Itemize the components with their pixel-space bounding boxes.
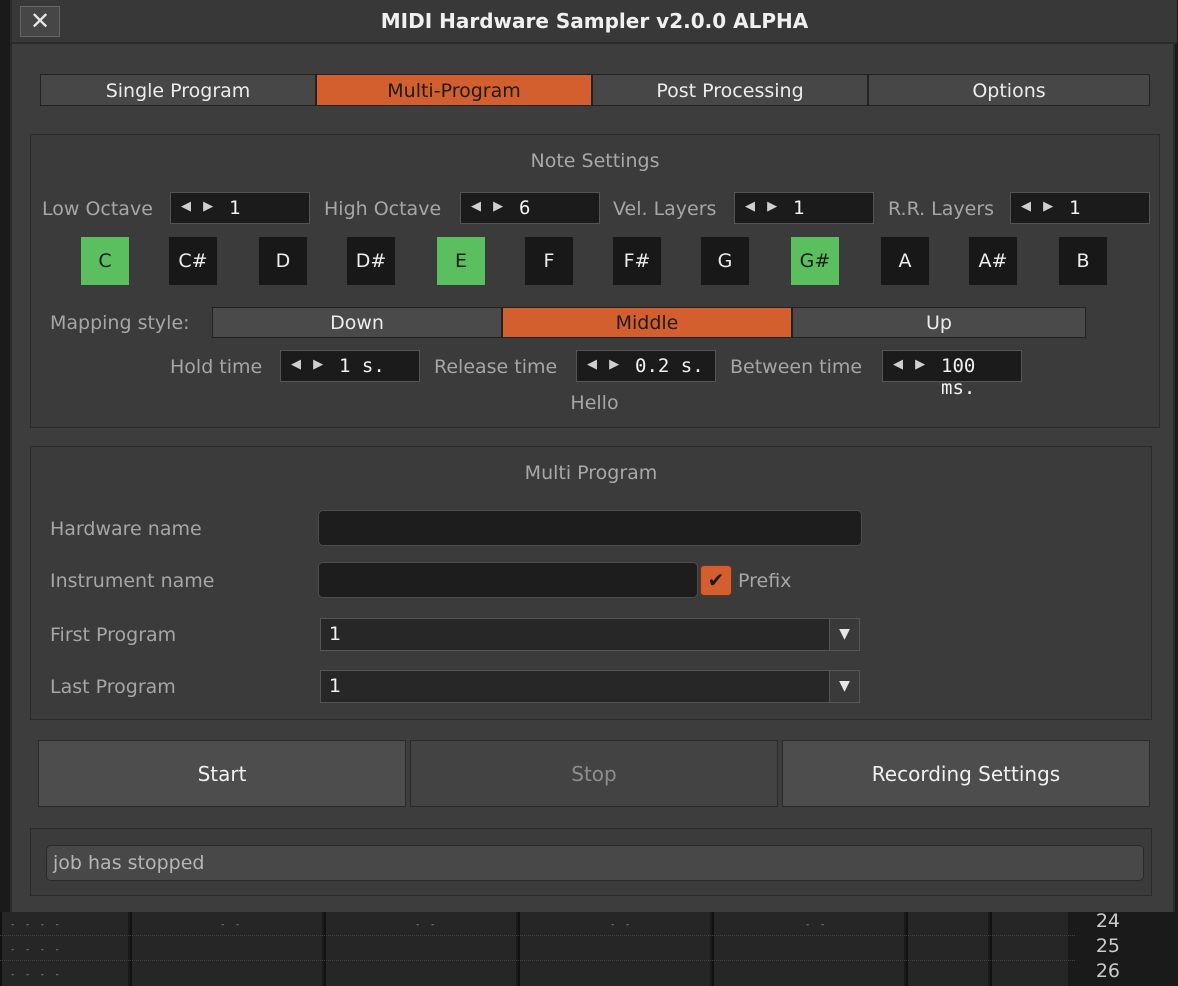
pattern-dots: - - - - <box>10 945 62 955</box>
prefix-checkbox[interactable]: ✔ <box>700 565 732 596</box>
grid-line <box>0 935 1075 936</box>
title-bar: ✕ MIDI Hardware Sampler v2.0.0 ALPHA <box>12 0 1177 44</box>
tab-multi-program[interactable]: Multi-Program <box>316 74 592 106</box>
track-column <box>906 912 988 986</box>
note-key-f-sharp[interactable]: F# <box>612 236 662 286</box>
window-title: MIDI Hardware Sampler v2.0.0 ALPHA <box>380 9 809 33</box>
sampler-window: ✕ MIDI Hardware Sampler v2.0.0 ALPHA Sin… <box>10 0 1177 912</box>
note-key-d[interactable]: D <box>258 236 308 286</box>
hardware-name-label: Hardware name <box>50 518 202 540</box>
spinner-value: 1 <box>229 197 241 219</box>
group-title: Multi Program <box>524 462 658 484</box>
pattern-dots: - - <box>415 920 438 930</box>
vel-layers-spinner[interactable]: ◀ ▶ 1 <box>734 192 874 224</box>
spinner-value: 6 <box>519 197 531 219</box>
instrument-name-input[interactable] <box>318 562 698 598</box>
vel-layers-label: Vel. Layers <box>613 198 717 220</box>
note-key-e[interactable]: E <box>436 236 486 286</box>
tab-options[interactable]: Options <box>868 74 1150 106</box>
row-number: 24 <box>1095 910 1120 932</box>
mapping-middle-button[interactable]: Middle <box>502 307 792 338</box>
tab-single-program[interactable]: Single Program <box>40 74 316 106</box>
spin-arrows-icon[interactable]: ◀ ▶ <box>471 199 507 214</box>
spinner-value: 1 <box>1069 197 1081 219</box>
note-key-g[interactable]: G <box>700 236 750 286</box>
mapping-up-button[interactable]: Up <box>792 307 1086 338</box>
hold-time-label: Hold time <box>170 356 263 378</box>
pattern-dots: - - <box>220 920 243 930</box>
track-column <box>990 912 1068 986</box>
rr-layers-spinner[interactable]: ◀ ▶ 1 <box>1010 192 1150 224</box>
recording-settings-button[interactable]: Recording Settings <box>782 740 1150 807</box>
chevron-down-icon[interactable]: ▼ <box>829 619 859 650</box>
tab-post-processing[interactable]: Post Processing <box>592 74 868 106</box>
dropdown-value: 1 <box>329 623 342 645</box>
spin-arrows-icon[interactable]: ◀ ▶ <box>1021 199 1057 214</box>
spin-arrows-icon[interactable]: ◀ ▶ <box>181 199 217 214</box>
instrument-name-label: Instrument name <box>50 570 215 592</box>
note-key-a-sharp[interactable]: A# <box>968 236 1018 286</box>
mapping-down-button[interactable]: Down <box>212 307 502 338</box>
grid-line <box>0 960 1075 961</box>
low-octave-label: Low Octave <box>42 198 153 220</box>
pattern-dots: - - - - <box>10 970 62 980</box>
rr-layers-label: R.R. Layers <box>888 198 995 220</box>
hint-text: Hello <box>570 392 619 414</box>
high-octave-spinner[interactable]: ◀ ▶ 6 <box>460 192 600 224</box>
note-key-b[interactable]: B <box>1058 236 1108 286</box>
spinner-value: 0.2 s. <box>635 355 704 377</box>
note-key-d-sharp[interactable]: D# <box>346 236 396 286</box>
between-time-spinner[interactable]: ◀ ▶ 100 ms. <box>882 350 1022 399</box>
pattern-dots: - - - - <box>10 920 62 930</box>
pattern-dots: - - <box>610 920 633 930</box>
first-program-dropdown[interactable]: 1 ▼ <box>320 618 860 651</box>
note-key-f[interactable]: F <box>524 236 574 286</box>
low-octave-spinner[interactable]: ◀ ▶ 1 <box>170 192 310 224</box>
spin-arrows-icon[interactable]: ◀ ▶ <box>587 357 623 372</box>
hardware-name-input[interactable] <box>318 510 862 546</box>
stop-button[interactable]: Stop <box>410 740 778 807</box>
note-key-c-sharp[interactable]: C# <box>168 236 218 286</box>
release-time-spinner[interactable]: ◀ ▶ 0.2 s. <box>576 350 716 382</box>
spin-arrows-icon[interactable]: ◀ ▶ <box>893 357 929 372</box>
chevron-down-icon[interactable]: ▼ <box>829 671 859 702</box>
last-program-dropdown[interactable]: 1 ▼ <box>320 670 860 703</box>
spin-arrows-icon[interactable]: ◀ ▶ <box>745 199 781 214</box>
row-number: 26 <box>1095 960 1120 982</box>
start-button[interactable]: Start <box>38 740 406 807</box>
pattern-dots: - - <box>805 920 828 930</box>
group-title: Note Settings <box>530 150 660 172</box>
dropdown-value: 1 <box>329 675 342 697</box>
high-octave-label: High Octave <box>324 198 442 220</box>
mapping-style-label: Mapping style: <box>50 312 190 334</box>
note-key-g-sharp[interactable]: G# <box>790 236 840 286</box>
note-key-a[interactable]: A <box>880 236 930 286</box>
prefix-label: Prefix <box>738 570 792 592</box>
status-text: job has stopped <box>46 845 1144 881</box>
note-key-c[interactable]: C <box>80 236 130 286</box>
between-time-label: Between time <box>730 356 863 378</box>
hold-time-spinner[interactable]: ◀ ▶ 1 s. <box>280 350 420 382</box>
row-number: 25 <box>1095 935 1120 957</box>
spin-arrows-icon[interactable]: ◀ ▶ <box>291 357 327 372</box>
last-program-label: Last Program <box>50 676 176 698</box>
spinner-value: 1 <box>793 197 805 219</box>
release-time-label: Release time <box>434 356 558 378</box>
first-program-label: First Program <box>50 624 177 646</box>
spinner-value: 1 s. <box>339 355 385 377</box>
